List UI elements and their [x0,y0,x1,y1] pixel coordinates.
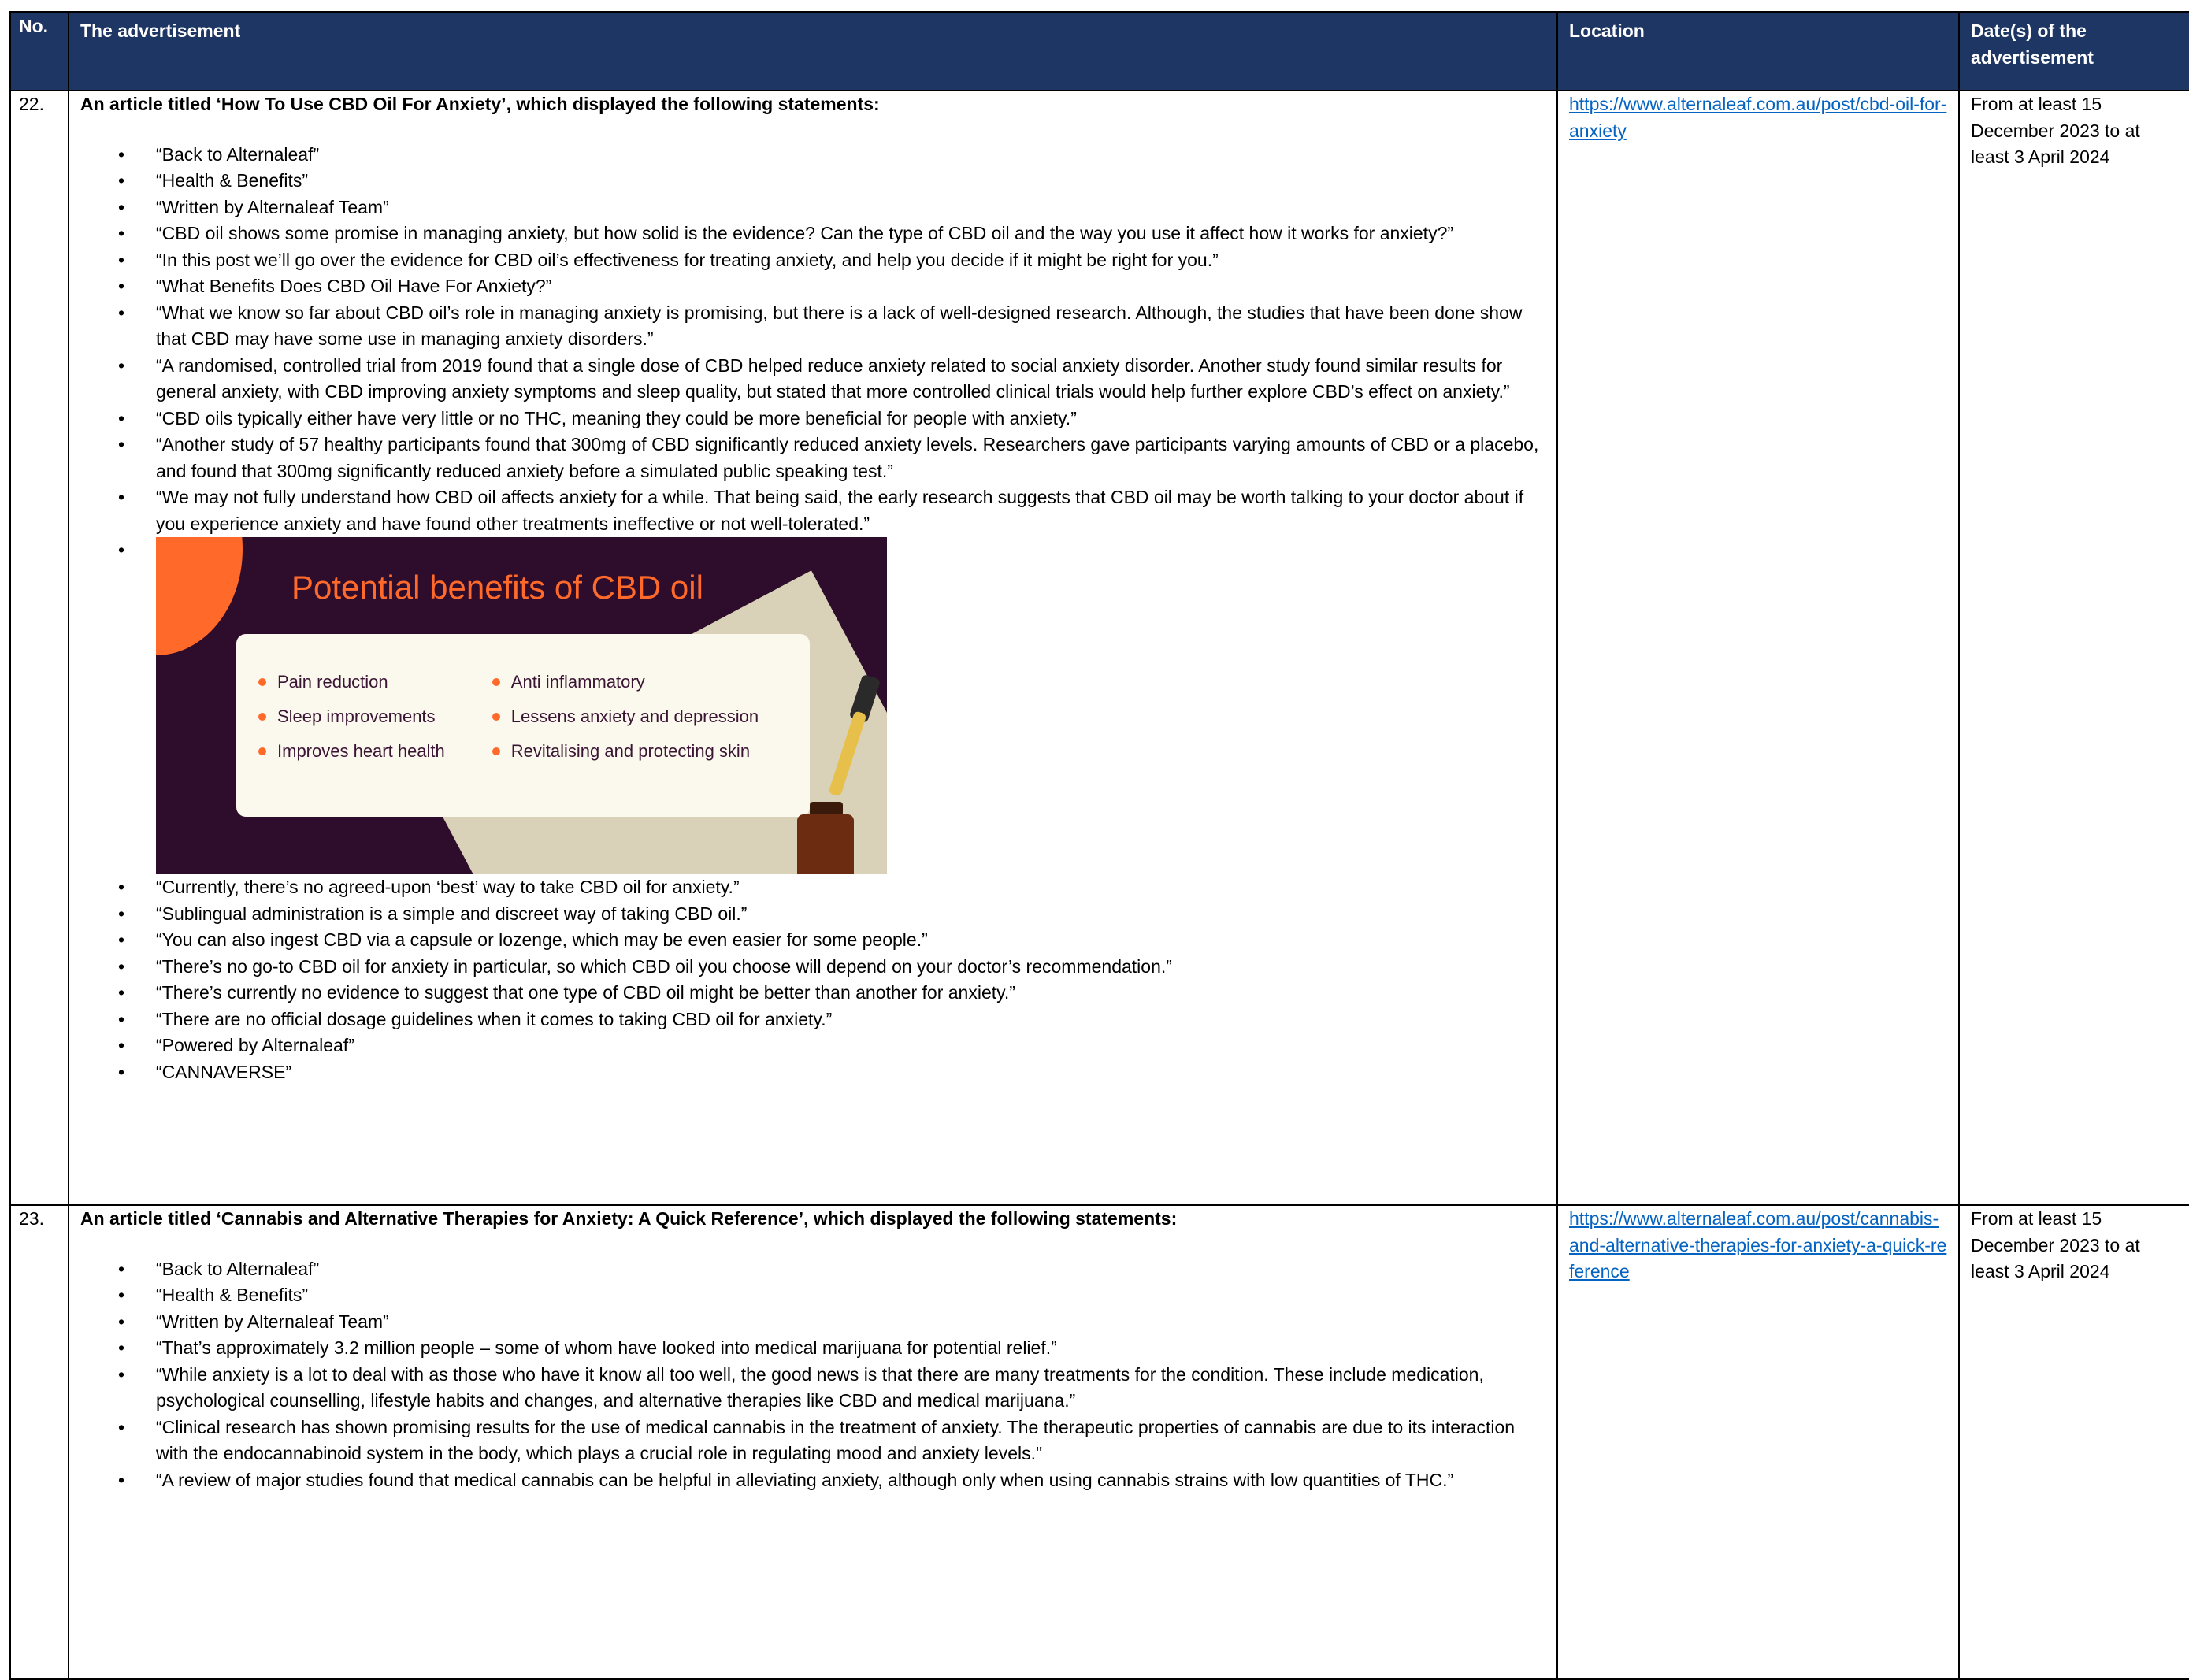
row-number: 22. [9,90,69,1206]
statement-item: “Powered by Alternaleaf” [118,1033,1545,1059]
statement-list: “Back to Alternaleaf” “Health & Benefits… [80,1256,1545,1494]
statement-item: “There are no official dosage guidelines… [118,1007,1545,1033]
statement-item: “Clinical research has shown promising r… [118,1415,1545,1467]
location-cell: https://www.alternaleaf.com.au/post/cann… [1556,1204,1960,1680]
header-location: Location [1556,11,1960,91]
statement-item: “Currently, there’s no agreed-upon ‘best… [118,874,1545,901]
table-header-row: No. The advertisement Location Date(s) o… [9,11,2189,91]
image-statement-item: Potential benefits of CBD oil Pain reduc… [118,537,1545,874]
benefit-item: Improves heart health [258,741,445,762]
statement-item: “What we know so far about CBD oil’s rol… [118,300,1545,353]
statement-item: “That’s approximately 3.2 million people… [118,1335,1545,1362]
benefit-item: Revitalising and protecting skin [492,741,759,762]
statement-item: “While anxiety is a lot to deal with as … [118,1362,1545,1415]
benefits-column-right: Anti inflammatory Lessens anxiety and de… [492,672,759,762]
oil-bottle-icon [797,814,854,874]
location-cell: https://www.alternaleaf.com.au/post/cbd-… [1556,90,1960,1206]
banner-title: Potential benefits of CBD oil [291,569,703,606]
statement-item: “You can also ingest CBD via a capsule o… [118,927,1545,954]
statement-item: “Back to Alternaleaf” [118,1256,1545,1283]
advertisement-intro: An article titled ‘Cannabis and Alternat… [80,1208,1178,1229]
statement-item: “In this post we’ll go over the evidence… [118,247,1545,274]
statement-item: “Written by Alternaleaf Team” [118,1309,1545,1336]
benefits-column-left: Pain reduction Sleep improvements Improv… [258,672,445,762]
dates-cell: From at least 15 December 2023 to at lea… [1958,90,2189,1206]
statement-item: “Health & Benefits” [118,1282,1545,1309]
cbd-benefits-image: Potential benefits of CBD oil Pain reduc… [156,537,887,874]
benefit-item: Lessens anxiety and depression [492,706,759,727]
location-link[interactable]: https://www.alternaleaf.com.au/post/cbd-… [1569,94,1946,141]
statement-item: “We may not fully understand how CBD oil… [118,484,1545,537]
statement-item: “There’s currently no evidence to sugges… [118,980,1545,1007]
advertisement-intro: An article titled ‘How To Use CBD Oil Fo… [80,94,880,114]
statement-item: “CBD oil shows some promise in managing … [118,221,1545,247]
statement-item: “What Benefits Does CBD Oil Have For Anx… [118,273,1545,300]
statement-item: “Another study of 57 healthy participant… [118,432,1545,484]
header-no: No. [9,11,69,91]
header-dates: Date(s) of the advertisement [1958,11,2189,91]
header-advertisement: The advertisement [68,11,1558,91]
statement-item: “Written by Alternaleaf Team” [118,195,1545,221]
advertisements-table: No. The advertisement Location Date(s) o… [9,11,2189,1680]
statement-item: “There’s no go-to CBD oil for anxiety in… [118,954,1545,981]
table-row: 23. An article titled ‘Cannabis and Alte… [9,1204,2189,1680]
statement-item: “CBD oils typically either have very lit… [118,406,1545,432]
dates-cell: From at least 15 December 2023 to at lea… [1958,1204,2189,1680]
table-row: 22. An article titled ‘How To Use CBD Oi… [9,90,2189,1206]
statement-list: “Back to Alternaleaf” “Health & Benefits… [80,142,1545,1086]
statement-item: “Sublingual administration is a simple a… [118,901,1545,928]
statement-item: “Health & Benefits” [118,168,1545,195]
benefit-item: Sleep improvements [258,706,445,727]
benefits-card: Pain reduction Sleep improvements Improv… [236,634,810,817]
statement-item: “Back to Alternaleaf” [118,142,1545,169]
statement-item: “A review of major studies found that me… [118,1467,1545,1494]
benefit-item: Anti inflammatory [492,672,759,692]
location-link[interactable]: https://www.alternaleaf.com.au/post/cann… [1569,1208,1946,1281]
statement-item: “CANNAVERSE” [118,1059,1545,1086]
row-number: 23. [9,1204,69,1680]
advertisement-cell: An article titled ‘How To Use CBD Oil Fo… [68,90,1558,1206]
statement-item: “A randomised, controlled trial from 201… [118,353,1545,406]
decorative-arc [156,537,243,655]
advertisement-cell: An article titled ‘Cannabis and Alternat… [68,1204,1558,1680]
benefit-item: Pain reduction [258,672,445,692]
